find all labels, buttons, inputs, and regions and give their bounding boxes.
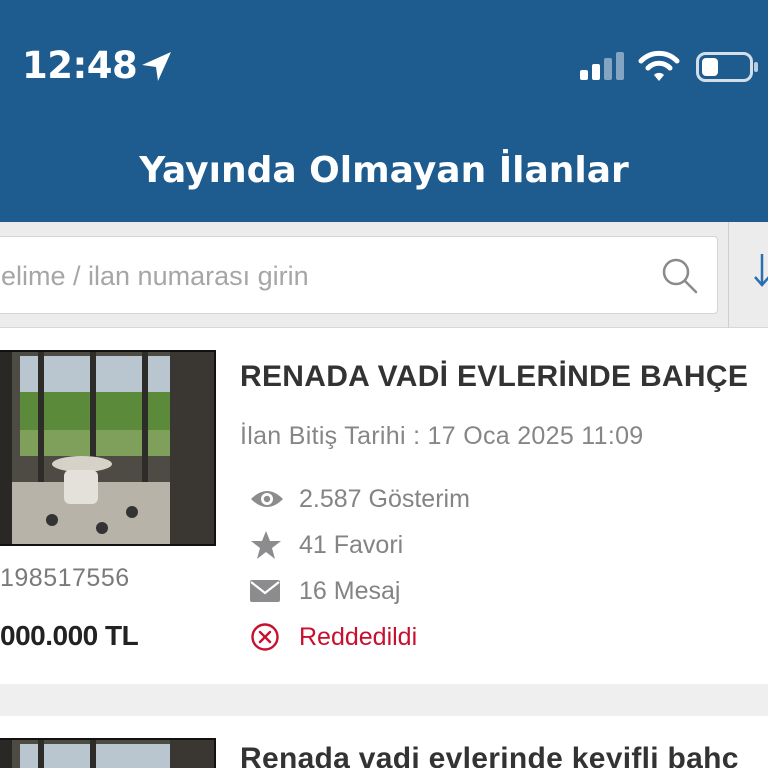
rejected-icon	[250, 620, 286, 654]
eye-icon	[250, 482, 286, 516]
divider	[728, 222, 729, 328]
listing-photo[interactable]	[0, 350, 216, 546]
stat-messages: 16 Mesaj	[250, 574, 400, 608]
listing-title[interactable]: Renada vadi evlerinde keyifli bahç	[240, 742, 739, 768]
star-icon	[250, 528, 286, 562]
views-count: 2.587 Gösterim	[299, 484, 470, 513]
battery-icon	[696, 52, 758, 82]
status-text: Reddedildi	[299, 622, 418, 651]
search-input[interactable]: elime / ilan numarası girin	[0, 236, 718, 314]
status-badge: Reddedildi	[250, 620, 417, 654]
listing-title[interactable]: RENADA VADİ EVLERİNDE BAHÇE	[240, 360, 748, 394]
page-title: Yayında Olmayan İlanlar	[139, 150, 629, 191]
status-time: 12:48	[22, 44, 138, 87]
search-bar-area: elime / ilan numarası girin	[0, 222, 768, 328]
listing-card[interactable]: RENADA VADİ EVLERİNDE BAHÇE İlan Bitiş T…	[0, 328, 768, 684]
listing-end-date: İlan Bitiş Tarihi : 17 Oca 2025 11:09	[240, 422, 644, 450]
search-placeholder: elime / ilan numarası girin	[1, 261, 309, 291]
favorites-count: 41 Favori	[299, 530, 404, 559]
listing-price: 000.000 TL	[0, 620, 139, 651]
mail-icon	[250, 574, 286, 608]
listing-number: 198517556	[0, 564, 130, 592]
messages-count: 16 Mesaj	[299, 576, 401, 605]
sort-arrow-icon[interactable]	[752, 252, 768, 288]
app-header: 12:48 Yayında Olmayan İlanlar	[0, 0, 768, 222]
listing-photo[interactable]	[0, 738, 216, 768]
stat-favorites: 41 Favori	[250, 528, 403, 562]
signal-icon	[580, 52, 624, 80]
search-icon[interactable]	[661, 257, 699, 295]
listing-card[interactable]: Renada vadi evlerinde keyifli bahç	[0, 716, 768, 768]
stat-views: 2.587 Gösterim	[250, 482, 470, 516]
location-arrow-icon	[142, 52, 171, 81]
wifi-icon	[638, 50, 680, 81]
